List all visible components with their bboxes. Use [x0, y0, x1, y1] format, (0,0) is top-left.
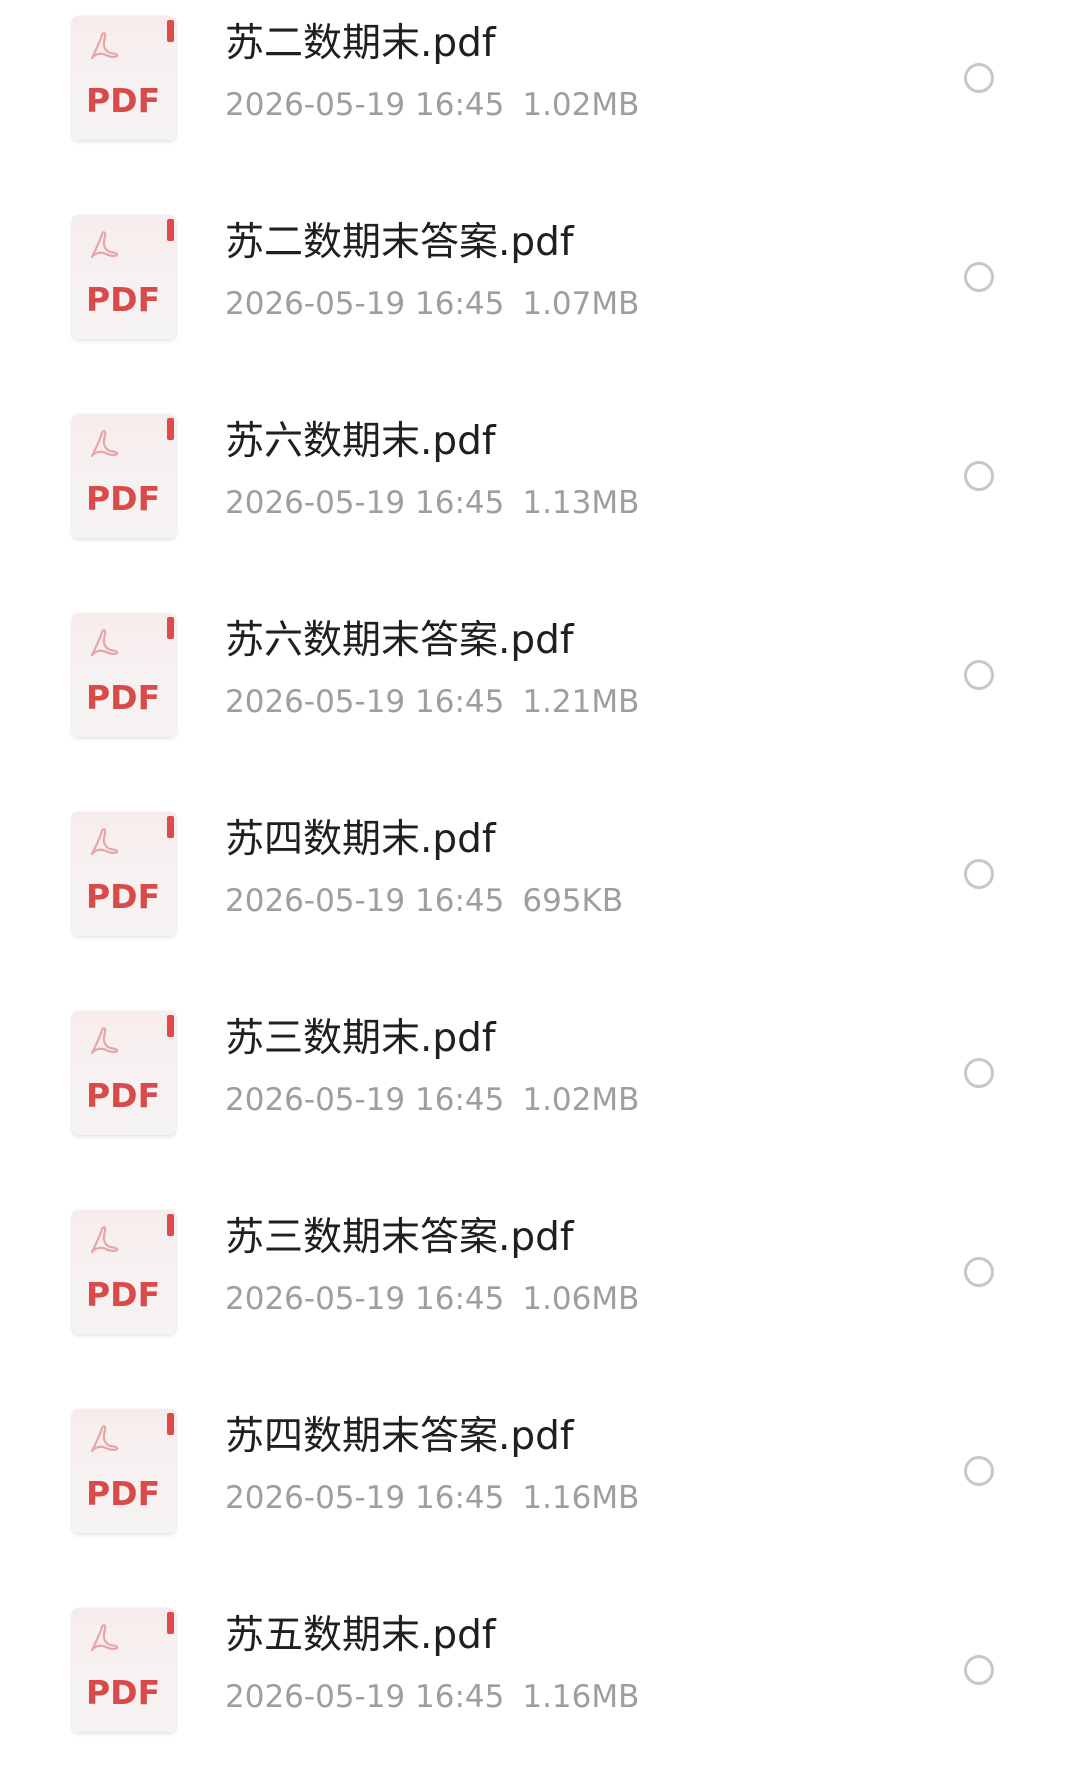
- file-row[interactable]: PDF 苏三数期末答案.pdf 2026-05-19 16:45 1.06MB: [0, 1194, 1080, 1393]
- pdf-corner-tab: [167, 1413, 174, 1435]
- select-radio-icon[interactable]: [964, 63, 994, 93]
- file-meta: 2026-05-19 16:45 1.02MB: [225, 90, 639, 121]
- select-radio-icon[interactable]: [964, 1655, 994, 1685]
- file-meta: 2026-05-19 16:45 1.16MB: [225, 1483, 639, 1514]
- file-name: 苏六数期末答案.pdf: [225, 618, 574, 663]
- file-date: 2026-05-19 16:45: [225, 883, 505, 919]
- pdf-corner-tab: [167, 418, 174, 440]
- pdf-file-icon: PDF: [72, 1608, 176, 1732]
- file-date: 2026-05-19 16:45: [225, 485, 505, 521]
- pdf-file-icon: PDF: [72, 414, 176, 538]
- pdf-label: PDF: [86, 1474, 161, 1513]
- file-size: 1.21MB: [522, 684, 640, 720]
- pdf-corner-tab: [167, 1612, 174, 1634]
- file-date: 2026-05-19 16:45: [225, 1480, 505, 1516]
- acrobat-logo-icon: [90, 1425, 119, 1453]
- file-size: 1.07MB: [522, 286, 640, 322]
- file-size: 1.16MB: [522, 1679, 640, 1715]
- file-row[interactable]: PDF 苏二数期末.pdf 2026-05-19 16:45 1.02MB: [0, 0, 1080, 199]
- file-row[interactable]: PDF 苏三数期末.pdf 2026-05-19 16:45 1.02MB: [0, 995, 1080, 1194]
- file-row[interactable]: PDF 苏二数期末答案.pdf 2026-05-19 16:45 1.07MB: [0, 199, 1080, 398]
- acrobat-logo-icon: [90, 231, 119, 259]
- pdf-corner-tab: [167, 1015, 174, 1037]
- select-radio-icon[interactable]: [964, 262, 994, 292]
- file-size: 1.16MB: [522, 1480, 640, 1516]
- file-row[interactable]: PDF 苏五数期末.pdf 2026-05-19 16:45 1.16MB: [0, 1592, 1080, 1791]
- pdf-label: PDF: [86, 1673, 161, 1712]
- file-row[interactable]: PDF 苏四数期末答案.pdf 2026-05-19 16:45 1.16MB: [0, 1393, 1080, 1592]
- pdf-label: PDF: [86, 877, 161, 916]
- file-list: PDF 苏二数期末.pdf 2026-05-19 16:45 1.02MB PDF…: [0, 0, 1080, 1744]
- file-size: 1.02MB: [522, 87, 640, 123]
- acrobat-logo-icon: [90, 1226, 119, 1254]
- pdf-file-icon: PDF: [72, 1409, 176, 1533]
- pdf-label: PDF: [86, 678, 161, 717]
- select-radio-icon[interactable]: [964, 660, 994, 690]
- pdf-file-icon: PDF: [72, 1011, 176, 1135]
- file-size: 1.06MB: [522, 1281, 640, 1317]
- pdf-file-icon: PDF: [72, 16, 176, 140]
- file-size: 695KB: [522, 883, 624, 919]
- file-size: 1.13MB: [522, 485, 640, 521]
- acrobat-logo-icon: [90, 430, 119, 458]
- file-name: 苏二数期末答案.pdf: [225, 220, 574, 265]
- file-row[interactable]: PDF 苏六数期末答案.pdf 2026-05-19 16:45 1.21MB: [0, 597, 1080, 796]
- file-date: 2026-05-19 16:45: [225, 1082, 505, 1118]
- pdf-label: PDF: [86, 81, 161, 120]
- select-radio-icon[interactable]: [964, 1456, 994, 1486]
- file-name: 苏五数期末.pdf: [225, 1613, 496, 1658]
- file-meta: 2026-05-19 16:45 1.07MB: [225, 289, 639, 320]
- pdf-file-icon: PDF: [72, 1210, 176, 1334]
- acrobat-logo-icon: [90, 629, 119, 657]
- file-row[interactable]: PDF 苏四数期末.pdf 2026-05-19 16:45 695KB: [0, 796, 1080, 995]
- pdf-corner-tab: [167, 20, 174, 42]
- pdf-label: PDF: [86, 1076, 161, 1115]
- select-radio-icon[interactable]: [964, 859, 994, 889]
- file-name: 苏四数期末.pdf: [225, 817, 496, 862]
- select-radio-icon[interactable]: [964, 1257, 994, 1287]
- acrobat-logo-icon: [90, 1624, 119, 1652]
- file-name: 苏三数期末答案.pdf: [225, 1215, 574, 1260]
- pdf-file-icon: PDF: [72, 812, 176, 936]
- file-size: 1.02MB: [522, 1082, 640, 1118]
- file-name: 苏六数期末.pdf: [225, 419, 496, 464]
- file-meta: 2026-05-19 16:45 1.21MB: [225, 687, 639, 718]
- file-name: 苏四数期末答案.pdf: [225, 1414, 574, 1459]
- select-radio-icon[interactable]: [964, 461, 994, 491]
- pdf-corner-tab: [167, 219, 174, 241]
- pdf-label: PDF: [86, 479, 161, 518]
- pdf-file-icon: PDF: [72, 613, 176, 737]
- acrobat-logo-icon: [90, 1027, 119, 1055]
- acrobat-logo-icon: [90, 32, 119, 60]
- pdf-label: PDF: [86, 280, 161, 319]
- file-date: 2026-05-19 16:45: [225, 286, 505, 322]
- file-meta: 2026-05-19 16:45 1.16MB: [225, 1682, 639, 1713]
- file-meta: 2026-05-19 16:45 695KB: [225, 886, 623, 917]
- file-row[interactable]: PDF 苏六数期末.pdf 2026-05-19 16:45 1.13MB: [0, 398, 1080, 597]
- file-meta: 2026-05-19 16:45 1.06MB: [225, 1284, 639, 1315]
- select-radio-icon[interactable]: [964, 1058, 994, 1088]
- file-meta: 2026-05-19 16:45 1.02MB: [225, 1085, 639, 1116]
- pdf-corner-tab: [167, 816, 174, 838]
- file-name: 苏三数期末.pdf: [225, 1016, 496, 1061]
- file-date: 2026-05-19 16:45: [225, 684, 505, 720]
- file-meta: 2026-05-19 16:45 1.13MB: [225, 488, 639, 519]
- acrobat-logo-icon: [90, 828, 119, 856]
- pdf-label: PDF: [86, 1275, 161, 1314]
- pdf-corner-tab: [167, 617, 174, 639]
- pdf-file-icon: PDF: [72, 215, 176, 339]
- file-date: 2026-05-19 16:45: [225, 1679, 505, 1715]
- file-date: 2026-05-19 16:45: [225, 87, 505, 123]
- file-name: 苏二数期末.pdf: [225, 21, 496, 66]
- pdf-corner-tab: [167, 1214, 174, 1236]
- file-date: 2026-05-19 16:45: [225, 1281, 505, 1317]
